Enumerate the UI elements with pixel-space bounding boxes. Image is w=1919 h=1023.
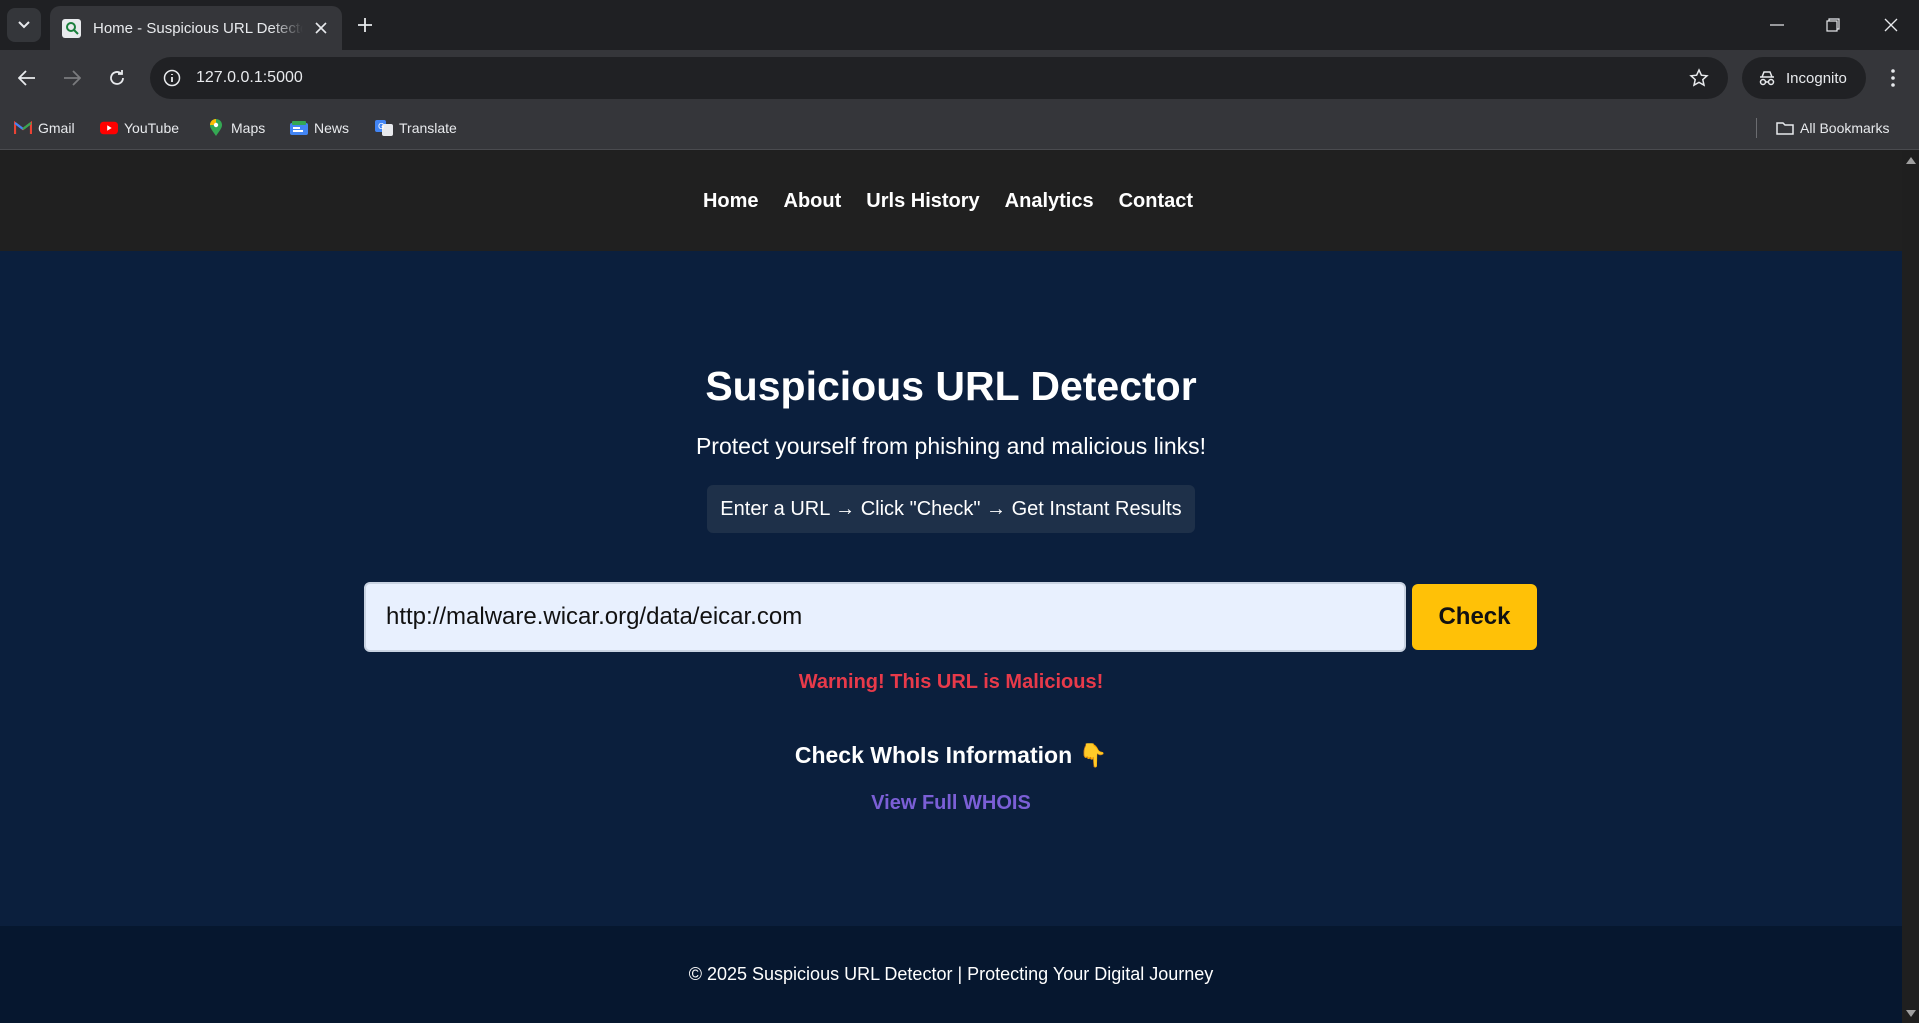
new-tab-button[interactable] [352,12,378,38]
nav-link-urls-history[interactable]: Urls History [866,190,979,213]
forward-button[interactable] [56,62,88,94]
browser-toolbar: 127.0.0.1:5000 Incognito [0,50,1919,106]
arrow-right-icon [64,70,81,86]
minimize-button[interactable] [1762,10,1792,40]
maps-icon [207,119,225,136]
news-icon [290,120,308,136]
tab-strip: Home - Suspicious URL Detector [0,0,1919,50]
incognito-profile-button[interactable]: Incognito [1742,57,1866,99]
more-vert-icon [1891,69,1895,87]
gmail-icon [14,120,32,136]
bookmark-maps[interactable]: Maps [207,117,265,139]
page-viewport: Home About Urls History Analytics Contac… [0,151,1902,1023]
bookmarks-bar: Gmail YouTube Maps News G Translate All … [0,106,1919,150]
incognito-icon [1759,71,1775,86]
url-input[interactable] [364,582,1406,652]
page-subtitle: Protect yourself from phishing and malic… [695,433,1207,459]
folder-icon [1776,120,1794,136]
bookmark-youtube[interactable]: YouTube [100,117,179,139]
browser-menu-button[interactable] [1878,62,1908,94]
view-whois-link[interactable]: View Full WHOIS [871,792,1031,814]
reload-icon [110,70,124,85]
close-icon[interactable] [312,19,330,37]
bookmark-label: News [314,120,350,136]
site-favicon-icon [62,18,81,38]
bookmark-label: Maps [231,120,266,136]
profile-label: Incognito [1786,69,1847,87]
all-bookmarks-label: All Bookmarks [1800,120,1890,136]
nav-link-contact[interactable]: Contact [1119,190,1193,213]
bookmark-translate[interactable]: G Translate [375,117,457,139]
bookmark-label: YouTube [124,120,180,136]
bookmark-label: Gmail [38,120,75,136]
footer-text: © 2025 Suspicious URL Detector | Protect… [688,964,1214,984]
tab-title: Home - Suspicious URL Detector [93,19,303,37]
whois-link-wrapper: View Full WHOIS [0,792,1902,815]
bookmark-star-icon[interactable] [1688,67,1710,89]
restore-icon [1826,18,1840,32]
scroll-up-icon[interactable] [1906,157,1916,164]
close-icon [1884,18,1898,32]
check-button[interactable]: Check [1412,584,1537,650]
svg-text:G: G [378,122,384,131]
plus-icon [358,18,372,32]
instructions-wrapper: Enter a URL → Click "Check" → Get Instan… [0,485,1902,533]
all-bookmarks-button[interactable]: All Bookmarks [1776,117,1889,139]
bookmark-label: Translate [399,120,457,136]
tab-search-button[interactable] [7,8,41,42]
scroll-down-icon[interactable] [1906,1010,1916,1017]
chevron-down-icon [18,21,30,29]
malicious-warning: Warning! This URL is Malicious! [798,671,1104,693]
nav-link-home[interactable]: Home [703,190,759,213]
page-scrollbar[interactable] [1902,151,1919,1023]
arrow-left-icon [18,70,35,86]
instructions-badge: Enter a URL → Click "Check" → Get Instan… [707,485,1195,533]
site-info-icon[interactable] [160,66,184,90]
nav-link-analytics[interactable]: Analytics [1005,190,1094,213]
page-title: Suspicious URL Detector [705,363,1197,409]
bookmarks-divider [1756,118,1757,138]
youtube-icon [100,120,118,136]
address-url: 127.0.0.1:5000 [196,69,303,86]
site-navbar: Home About Urls History Analytics Contac… [0,151,1902,251]
site-footer: © 2025 Suspicious URL Detector | Protect… [0,926,1902,1023]
translate-icon: G [375,120,393,136]
minimize-icon [1770,24,1784,26]
bookmark-news[interactable]: News [290,117,349,139]
address-bar[interactable]: 127.0.0.1:5000 [150,57,1728,99]
browser-tab[interactable]: Home - Suspicious URL Detector [50,6,342,50]
whois-heading: Check WhoIs Information 👇 [794,742,1108,768]
reload-button[interactable] [101,62,133,94]
back-button[interactable] [11,62,43,94]
close-window-button[interactable] [1876,10,1906,40]
restore-button[interactable] [1818,10,1848,40]
bookmark-gmail[interactable]: Gmail [14,117,75,139]
nav-link-about[interactable]: About [784,190,842,213]
